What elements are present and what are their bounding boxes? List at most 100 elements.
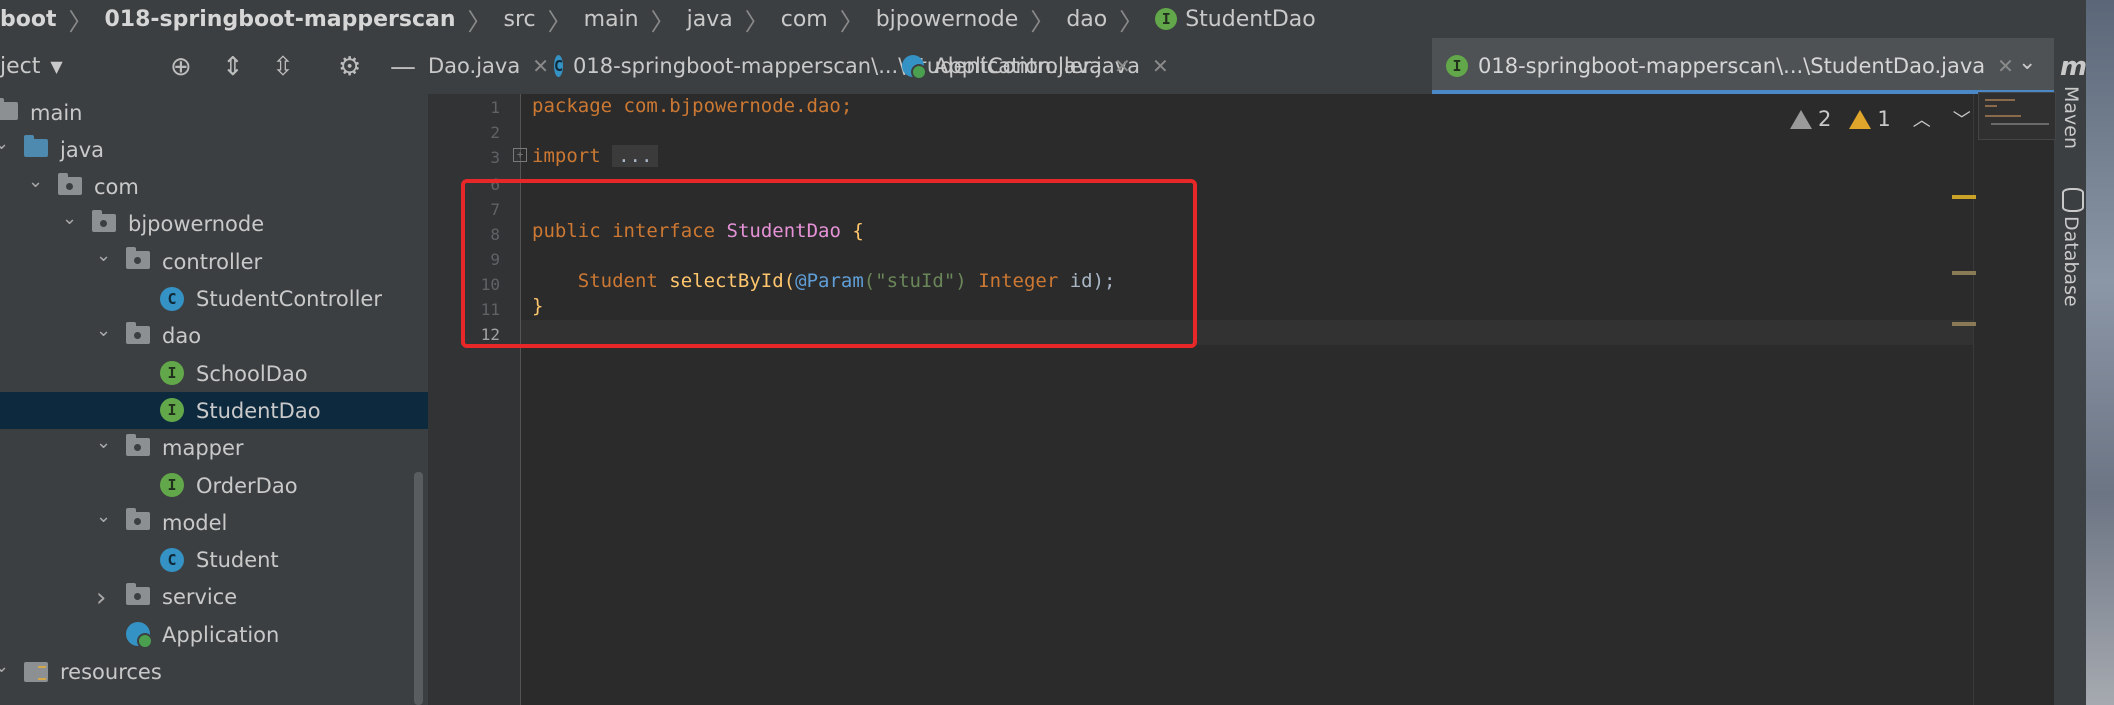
- chevron-down-icon[interactable]: ⌄: [96, 506, 111, 527]
- class-icon: C: [554, 55, 564, 77]
- chevron-down-icon: ▼: [50, 56, 63, 76]
- chevron-down-icon[interactable]: ⌄: [96, 320, 111, 341]
- maven-tool-button[interactable]: Maven: [2060, 86, 2082, 149]
- tree-item-studentcontroller[interactable]: C StudentController: [0, 281, 428, 318]
- expand-all-icon[interactable]: ⇕: [222, 52, 244, 82]
- database-tool-button[interactable]: Database: [2060, 216, 2082, 307]
- editor-tab[interactable]: C 018-springboot-mapperscan\...\StudentCo…: [540, 38, 1169, 94]
- tree-item-application[interactable]: Application: [0, 616, 428, 653]
- tree-item-orderdao[interactable]: I OrderDao: [0, 467, 428, 504]
- interface-icon: I: [1446, 55, 1468, 77]
- breadcrumb-item[interactable]: bjpowernode: [876, 7, 1019, 32]
- tree-item-label: controller: [162, 249, 263, 274]
- inspection-widget[interactable]: 2 1 ︿ ﹀: [1790, 106, 1971, 132]
- close-icon[interactable]: ✕: [1114, 54, 1131, 78]
- project-view-selector[interactable]: ject ▼: [0, 54, 63, 79]
- project-tree[interactable]: main ⌄ java ⌄ com ⌄ bjpowernode ⌄ controller C Stu…: [0, 94, 428, 705]
- scrollbar-warning-mark[interactable]: [1952, 322, 1976, 326]
- package-icon: [126, 508, 150, 531]
- tree-item-java[interactable]: ⌄ java: [0, 131, 428, 168]
- tree-item-label: mapper: [162, 436, 244, 461]
- tree-item-studentdao[interactable]: I StudentDao: [0, 392, 428, 430]
- chevron-up-icon[interactable]: ︿: [1913, 106, 1931, 132]
- breadcrumb-item[interactable]: src: [504, 7, 536, 32]
- tree-item-label: java: [60, 137, 104, 162]
- tree-item-bjpowernode[interactable]: ⌄ bjpowernode: [0, 206, 428, 243]
- scrollbar-warning-mark[interactable]: [1952, 195, 1976, 199]
- chevron-down-icon[interactable]: ﹀: [1953, 106, 1971, 132]
- spring-application-icon: [902, 55, 927, 80]
- tree-item-mapper[interactable]: ⌄ mapper: [0, 430, 428, 467]
- tree-item-com[interactable]: ⌄ com: [0, 169, 428, 206]
- folder-icon: [24, 135, 48, 158]
- chevron-down-icon[interactable]: ⌄: [28, 171, 43, 192]
- package-icon: [58, 172, 82, 195]
- code-minimap[interactable]: [1978, 92, 2056, 140]
- tree-item-dao[interactable]: ⌄ dao: [0, 318, 428, 355]
- breadcrumb-separator-icon: 〉: [547, 7, 572, 36]
- close-icon[interactable]: ✕: [1997, 54, 2014, 78]
- tree-item-label: StudentDao: [196, 398, 321, 423]
- tree-item-resources[interactable]: ⌄ resources: [0, 654, 428, 691]
- tree-item-label: com: [94, 175, 139, 200]
- collapse-all-icon[interactable]: ⇳: [272, 52, 294, 82]
- spring-application-icon: [126, 622, 153, 650]
- scrollbar-warning-mark[interactable]: [1952, 271, 1976, 275]
- tree-item-model[interactable]: ⌄ model: [0, 504, 428, 541]
- hide-icon[interactable]: —: [390, 52, 416, 82]
- breadcrumb-item[interactable]: main: [584, 7, 639, 32]
- interface-icon: I: [1155, 8, 1178, 30]
- tree-item-label: OrderDao: [196, 473, 298, 498]
- breadcrumb-separator-icon: 〉: [1030, 7, 1055, 36]
- breadcrumb-item[interactable]: I StudentDao: [1155, 7, 1316, 32]
- editor-tab[interactable]: Dao.java ✕: [428, 38, 549, 94]
- editor-tab-label: Dao.java: [428, 54, 521, 78]
- tree-item-schooldao[interactable]: I SchoolDao: [0, 355, 428, 392]
- breadcrumb-item[interactable]: com: [781, 7, 828, 32]
- tree-scrollbar[interactable]: [414, 472, 423, 705]
- weak-warning-icon: [1849, 109, 1872, 129]
- breadcrumb-item[interactable]: java: [687, 7, 733, 32]
- project-panel-header: ject ▼: [0, 38, 428, 94]
- chevron-down-icon[interactable]: ⌄: [0, 656, 9, 677]
- resources-folder-icon: [24, 661, 48, 682]
- chevron-down-icon[interactable]: ⌄: [62, 208, 77, 229]
- chevron-down-icon[interactable]: ⌄: [0, 133, 9, 154]
- chevron-right-icon[interactable]: ›: [96, 583, 106, 613]
- chevron-down-icon[interactable]: ⌄: [2018, 50, 2036, 75]
- tree-item-service[interactable]: › service: [0, 579, 428, 616]
- warning-count: 2: [1818, 107, 1832, 131]
- line-number: 3: [490, 148, 500, 167]
- breadcrumb-item[interactable]: 018-springboot-mapperscan: [105, 7, 456, 32]
- locate-icon[interactable]: ⊕: [170, 52, 192, 82]
- breadcrumb-item[interactable]: dao: [1066, 7, 1107, 32]
- tree-item-label: service: [162, 585, 238, 610]
- maven-icon[interactable]: m: [2060, 52, 2087, 82]
- tree-item-label: Application: [162, 622, 280, 647]
- package-icon: [126, 433, 150, 456]
- interface-icon: I: [160, 361, 184, 386]
- breadcrumb-item-label: src: [503, 6, 536, 32]
- gear-icon[interactable]: ⚙: [338, 52, 361, 82]
- editor-tab[interactable]: I 018-springboot-mapperscan\...\StudentDa…: [1432, 38, 2054, 94]
- warning-icon: [1790, 109, 1812, 129]
- breadcrumb-item[interactable]: boot: [0, 7, 57, 32]
- database-icon[interactable]: [2062, 188, 2084, 212]
- chevron-down-icon[interactable]: ⌄: [96, 245, 111, 266]
- fold-expand-icon[interactable]: +: [513, 148, 527, 162]
- tree-item-controller[interactable]: ⌄ controller: [0, 243, 428, 280]
- package-icon: [126, 321, 150, 344]
- folded-imports[interactable]: ...: [612, 145, 659, 167]
- package-icon: [126, 247, 150, 270]
- breadcrumb-separator-icon: 〉: [744, 7, 769, 36]
- breadcrumb-item-label: 018-springboot-mapperscan: [104, 6, 456, 32]
- breadcrumb-item-label: java: [686, 6, 733, 32]
- editor-tab[interactable]: Application.java ✕: [888, 38, 1430, 94]
- chevron-down-icon[interactable]: ⌄: [96, 432, 111, 453]
- tree-item-main[interactable]: main: [0, 94, 428, 131]
- interface-icon: I: [160, 398, 184, 423]
- tree-item-label: Student: [196, 548, 279, 573]
- editor-tab-label: Application.java: [934, 54, 1103, 78]
- breadcrumb-item-label: boot: [0, 6, 57, 32]
- tree-item-student[interactable]: C Student: [0, 542, 428, 579]
